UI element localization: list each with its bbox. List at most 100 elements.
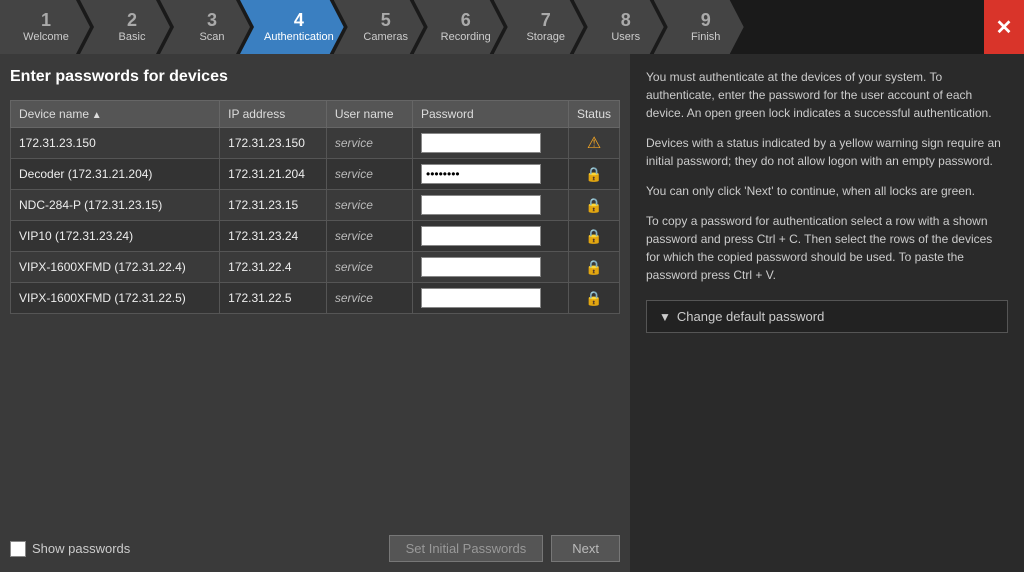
cell-device-name: 172.31.23.150 — [11, 128, 220, 159]
password-input[interactable] — [421, 226, 541, 246]
cell-username: service — [326, 221, 412, 252]
show-passwords-area: Show passwords — [10, 541, 130, 557]
nav-item-recording[interactable]: 6 Recording — [414, 0, 504, 54]
cell-status: 🔒 — [568, 252, 619, 283]
cell-username: service — [326, 128, 412, 159]
nav-label-storage: Storage — [526, 31, 565, 43]
help-text-4: To copy a password for authentication se… — [646, 212, 1008, 284]
right-panel: You must authenticate at the devices of … — [630, 54, 1024, 572]
cell-status: 🔒 — [568, 190, 619, 221]
change-password-label: Change default password — [677, 309, 824, 324]
table-row[interactable]: Decoder (172.31.21.204)172.31.21.204serv… — [11, 159, 620, 190]
cell-device-name: VIP10 (172.31.23.24) — [11, 221, 220, 252]
help-text-3: You can only click 'Next' to continue, w… — [646, 182, 1008, 200]
password-input[interactable] — [421, 164, 541, 184]
cell-password[interactable] — [413, 128, 569, 159]
cell-ip-address: 172.31.22.5 — [220, 283, 327, 314]
nav-item-finish[interactable]: 9 Finish — [654, 0, 744, 54]
col-device-name[interactable]: Device name — [11, 101, 220, 128]
cell-username: service — [326, 283, 412, 314]
change-default-password-button[interactable]: ▼ Change default password — [646, 300, 1008, 333]
nav-num-4: 4 — [294, 11, 304, 29]
nav-item-storage[interactable]: 7 Storage — [494, 0, 584, 54]
cell-ip-address: 172.31.23.150 — [220, 128, 327, 159]
nav-label-cameras: Cameras — [363, 31, 408, 43]
nav-label-finish: Finish — [691, 31, 720, 43]
cell-password[interactable] — [413, 283, 569, 314]
col-ip-address[interactable]: IP address — [220, 101, 327, 128]
nav-label-users: Users — [611, 31, 640, 43]
cell-password[interactable] — [413, 159, 569, 190]
lock-icon: 🔒 — [585, 197, 602, 213]
password-input[interactable] — [421, 288, 541, 308]
nav-num-3: 3 — [207, 11, 217, 29]
bottom-bar: Show passwords Set Initial Passwords Nex… — [10, 527, 620, 562]
set-initial-passwords-button[interactable]: Set Initial Passwords — [389, 535, 544, 562]
nav-num-6: 6 — [461, 11, 471, 29]
col-status[interactable]: Status — [568, 101, 619, 128]
panel-title: Enter passwords for devices — [10, 64, 620, 90]
nav-item-authentication[interactable]: 4 Authentication — [240, 0, 344, 54]
close-button[interactable]: ✕ — [984, 0, 1024, 54]
cell-device-name: Decoder (172.31.21.204) — [11, 159, 220, 190]
cell-username: service — [326, 159, 412, 190]
table-row[interactable]: VIP10 (172.31.23.24)172.31.23.24service 🔒 — [11, 221, 620, 252]
cell-password[interactable] — [413, 190, 569, 221]
cell-ip-address: 172.31.23.24 — [220, 221, 327, 252]
cell-username: service — [326, 252, 412, 283]
chevron-down-icon: ▼ — [659, 310, 671, 324]
nav-label-recording: Recording — [441, 31, 491, 43]
password-input[interactable] — [421, 133, 541, 153]
table-row[interactable]: VIPX-1600XFMD (172.31.22.5)172.31.22.5se… — [11, 283, 620, 314]
nav-num-1: 1 — [41, 11, 51, 29]
nav-item-basic[interactable]: 2 Basic — [80, 0, 170, 54]
warning-icon: ⚠ — [587, 135, 601, 152]
left-panel: Enter passwords for devices Device name … — [0, 54, 630, 572]
col-username[interactable]: User name — [326, 101, 412, 128]
nav-num-9: 9 — [701, 11, 711, 29]
show-passwords-checkbox[interactable] — [10, 541, 26, 557]
cell-device-name: VIPX-1600XFMD (172.31.22.5) — [11, 283, 220, 314]
help-text-1: You must authenticate at the devices of … — [646, 68, 1008, 122]
bottom-right-buttons: Set Initial Passwords Next — [389, 535, 620, 562]
cell-password[interactable] — [413, 252, 569, 283]
cell-status: 🔒 — [568, 221, 619, 252]
device-table: Device name IP address User name Passwor… — [10, 100, 620, 314]
nav-num-7: 7 — [541, 11, 551, 29]
nav-label-welcome: Welcome — [23, 31, 69, 43]
nav-num-8: 8 — [621, 11, 631, 29]
table-row[interactable]: 172.31.23.150172.31.23.150service⚠ — [11, 128, 620, 159]
cell-device-name: VIPX-1600XFMD (172.31.22.4) — [11, 252, 220, 283]
cell-ip-address: 172.31.23.15 — [220, 190, 327, 221]
next-button[interactable]: Next — [551, 535, 620, 562]
nav-num-2: 2 — [127, 11, 137, 29]
table-row[interactable]: NDC-284-P (172.31.23.15)172.31.23.15serv… — [11, 190, 620, 221]
main-content: Enter passwords for devices Device name … — [0, 54, 1024, 572]
help-text-2: Devices with a status indicated by a yel… — [646, 134, 1008, 170]
cell-ip-address: 172.31.22.4 — [220, 252, 327, 283]
col-password[interactable]: Password — [413, 101, 569, 128]
table-row[interactable]: VIPX-1600XFMD (172.31.22.4)172.31.22.4se… — [11, 252, 620, 283]
nav-num-5: 5 — [381, 11, 391, 29]
nav-label-scan: Scan — [199, 31, 224, 43]
cell-status: 🔒 — [568, 159, 619, 190]
nav-label-basic: Basic — [119, 31, 146, 43]
cell-ip-address: 172.31.21.204 — [220, 159, 327, 190]
cell-status: ⚠ — [568, 128, 619, 159]
password-input[interactable] — [421, 257, 541, 277]
lock-icon: 🔒 — [585, 259, 602, 275]
cell-status: 🔒 — [568, 283, 619, 314]
lock-icon: 🔒 — [585, 166, 602, 182]
nav-item-users[interactable]: 8 Users — [574, 0, 664, 54]
nav-item-scan[interactable]: 3 Scan — [160, 0, 250, 54]
cell-password[interactable] — [413, 221, 569, 252]
cell-username: service — [326, 190, 412, 221]
lock-icon: 🔒 — [585, 290, 602, 306]
cell-device-name: NDC-284-P (172.31.23.15) — [11, 190, 220, 221]
nav-item-welcome[interactable]: 1 Welcome — [0, 0, 90, 54]
password-input[interactable] — [421, 195, 541, 215]
lock-icon: 🔒 — [585, 228, 602, 244]
nav-item-cameras[interactable]: 5 Cameras — [334, 0, 424, 54]
nav-label-authentication: Authentication — [264, 31, 334, 43]
top-navigation: 1 Welcome 2 Basic 3 Scan 4 Authenticatio… — [0, 0, 1024, 54]
